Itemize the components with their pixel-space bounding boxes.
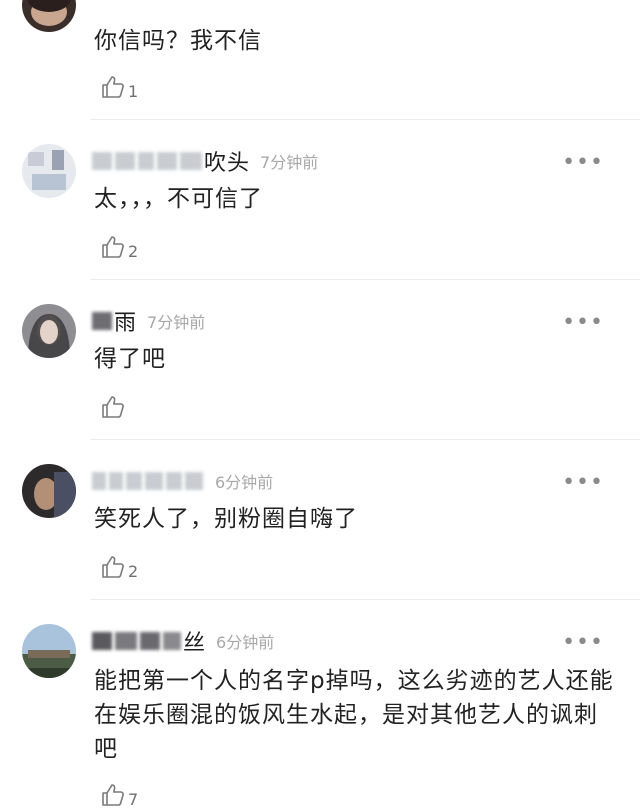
more-dots-icon[interactable]: ••• (562, 152, 604, 174)
name-row: 6分钟前 (92, 466, 273, 496)
like-count: 7 (128, 790, 139, 808)
comment-text: 太，，，不可信了 (94, 186, 263, 212)
comment-item: 吹头 7分钟前 ••• 太，，，不可信了 2 (0, 120, 640, 280)
thumbs-up-icon (102, 396, 124, 418)
name-row: 雨 7分钟前 (92, 306, 205, 336)
like-button[interactable]: 2 (100, 554, 138, 580)
comment-text: 笑死人了，别粉圈自嗨了 (94, 506, 358, 532)
like-button[interactable] (100, 394, 128, 420)
username[interactable]: 吹头 (204, 145, 250, 177)
like-count: 2 (128, 562, 139, 581)
timestamp: 6分钟前 (216, 633, 275, 652)
comment-item: 雨 7分钟前 ••• 得了吧 (0, 280, 640, 440)
timestamp: 6分钟前 (215, 473, 274, 492)
avatar-image (22, 0, 76, 32)
comment-item: 丝 6分钟前 ••• 能把第一个人的名字p掉吗，这么劣迹的艺人还能在娱乐圈混的饭… (0, 600, 640, 808)
avatar[interactable] (22, 304, 76, 358)
avatar-image (22, 464, 76, 518)
like-button[interactable]: 7 (100, 782, 138, 808)
username[interactable]: 丝 (183, 625, 206, 657)
thumbs-up-icon (102, 236, 124, 258)
blurred-username (92, 632, 181, 650)
comment-item: 你信吗？我不信 1 (0, 0, 640, 120)
comment-item: 6分钟前 ••• 笑死人了，别粉圈自嗨了 2 (0, 440, 640, 600)
thumbs-up-icon (102, 784, 124, 806)
thumbs-up-icon (102, 556, 124, 578)
avatar-image (22, 144, 76, 198)
comment-text: 能把第一个人的名字p掉吗，这么劣迹的艺人还能在娱乐圈混的饭风生水起，是对其他艺人… (94, 668, 614, 762)
like-button[interactable]: 2 (100, 234, 138, 260)
name-row: 吹头 7分钟前 (92, 146, 318, 176)
more-dots-icon[interactable]: ••• (562, 312, 604, 334)
comment-text: 得了吧 (94, 346, 166, 372)
like-count: 2 (128, 242, 139, 261)
more-dots-icon[interactable]: ••• (562, 632, 604, 654)
avatar[interactable] (22, 0, 76, 32)
avatar-image (22, 624, 76, 678)
username[interactable]: 雨 (114, 305, 137, 337)
timestamp: 7分钟前 (260, 153, 319, 172)
name-row: 丝 6分钟前 (92, 626, 274, 656)
avatar[interactable] (22, 624, 76, 678)
comment-text: 你信吗？我不信 (94, 28, 262, 54)
avatar[interactable] (22, 144, 76, 198)
like-button[interactable]: 1 (100, 74, 138, 100)
more-dots-icon[interactable]: ••• (562, 472, 604, 494)
timestamp: 7分钟前 (147, 313, 206, 332)
blurred-username (92, 472, 203, 490)
avatar-image (22, 304, 76, 358)
like-count: 1 (128, 82, 139, 101)
comment-list: 你信吗？我不信 1 吹头 7分钟前 ••• 太，，，不可信了 2 雨 7分钟前 … (0, 0, 640, 808)
thumbs-up-icon (102, 76, 124, 98)
blurred-username (92, 312, 112, 330)
blurred-username (92, 152, 202, 170)
avatar[interactable] (22, 464, 76, 518)
